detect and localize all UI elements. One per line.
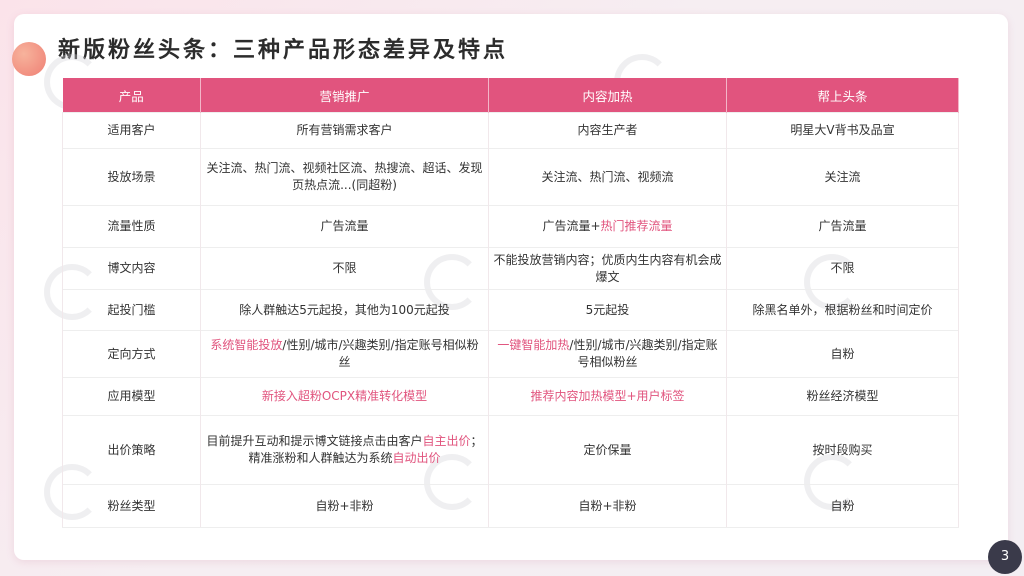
table-row: 投放场景 关注流、热门流、视频社区流、热搜流、超话、发现页热点流...(同超粉) 关… — [62, 148, 959, 206]
table-cell: 目前提升互动和提示博文链接点击由客户自主出价；精准涨粉和人群触达为系统自动出价 — [200, 415, 489, 485]
table-cell: 不限 — [726, 247, 959, 290]
cell-text: 目前提升互动和提示博文链接点击由客户 — [206, 434, 423, 448]
table-cell: 推荐内容加热模型+用户标签 — [488, 377, 727, 416]
table-row: 流量性质 广告流量 广告流量+热门推荐流量 广告流量 — [62, 205, 959, 248]
cell-text: 除人群触达5元起投，其他为100元起投 — [239, 302, 450, 317]
row-label: 应用模型 — [62, 377, 201, 416]
table-row: 博文内容 不限 不能投放营销内容；优质内生内容有机会成爆文 不限 — [62, 247, 959, 290]
decorative-dot — [12, 42, 46, 76]
cell-text: 不限 — [332, 261, 357, 275]
comparison-table: 产品 营销推广 内容加热 帮上头条 适用客户 所有营销需求客户 内容生产者 明星大V背… — [62, 78, 959, 528]
highlight-text: 一键智能加热 — [497, 338, 570, 352]
cell-text: 广告流量 — [320, 219, 369, 233]
table-cell: 自粉+非粉 — [488, 484, 727, 528]
table-cell: 内容生产者 — [488, 112, 727, 149]
cell-text: 所有营销需求客户 — [296, 123, 393, 137]
row-label: 博文内容 — [62, 247, 201, 290]
cell-text: 除黑名单外，根据粉丝和时间定价 — [752, 302, 933, 317]
cell-text: 自粉 — [830, 498, 855, 513]
table-cell: 所有营销需求客户 — [200, 112, 489, 149]
table-row: 粉丝类型 自粉+非粉 自粉+非粉 自粉 — [62, 484, 959, 528]
header-top-help: 帮上头条 — [726, 78, 959, 113]
row-label: 适用客户 — [62, 112, 201, 149]
cell-text: /性别/城市/兴趣类别/指定账号相似粉丝 — [282, 338, 479, 369]
highlight-text: 推荐内容加热模型+用户标签 — [530, 389, 685, 403]
header-content-boost: 内容加热 — [488, 78, 727, 113]
highlight-text: 自动出价 — [392, 451, 441, 465]
table-header-row: 产品 营销推广 内容加热 帮上头条 — [62, 78, 959, 113]
table-cell: 定价保量 — [488, 415, 727, 485]
table-cell: 关注流、热门流、视频流 — [488, 148, 727, 206]
table-row: 定向方式 系统智能投放/性别/城市/兴趣类别/指定账号相似粉丝 一键智能加热/性别/… — [62, 330, 959, 378]
header-product: 产品 — [62, 78, 201, 113]
slide-card: 新版粉丝头条：三种产品形态差异及特点 产品 营销推广 内容加热 帮上头条 适用客… — [12, 14, 1008, 560]
cell-text: 内容生产者 — [577, 123, 638, 137]
table-cell: 自粉 — [726, 330, 959, 378]
row-label: 投放场景 — [62, 148, 201, 206]
page-number-badge: 3 — [988, 540, 1022, 574]
table-cell: 广告流量 — [200, 205, 489, 248]
cell-text: 自粉 — [830, 346, 855, 361]
table-cell: 新接入超粉OCPX精准转化模型 — [200, 377, 489, 416]
cell-text: 粉丝经济模型 — [806, 389, 879, 403]
row-label: 起投门槛 — [62, 289, 201, 331]
header-marketing: 营销推广 — [200, 78, 489, 113]
cell-text: 自粉+非粉 — [315, 498, 374, 513]
table-cell: 自粉+非粉 — [200, 484, 489, 528]
table-cell: 不限 — [200, 247, 489, 290]
highlight-text: 新接入超粉OCPX精准转化模型 — [261, 389, 428, 403]
cell-text: 关注流 — [824, 169, 861, 184]
table-cell: 广告流量 — [726, 205, 959, 248]
cell-text: /性别/城市/兴趣类别/指定账号相似粉丝 — [569, 338, 718, 369]
table-cell: 按时段购买 — [726, 415, 959, 485]
table-cell: 5元起投 — [488, 289, 727, 331]
row-label: 定向方式 — [62, 330, 201, 378]
cell-text: 按时段购买 — [812, 442, 873, 457]
cell-text: 关注流、热门流、视频社区流、热搜流、超话、发现页热点流...(同超粉) — [206, 161, 483, 192]
table-cell: 关注流、热门流、视频社区流、热搜流、超话、发现页热点流...(同超粉) — [200, 148, 489, 206]
table-row: 适用客户 所有营销需求客户 内容生产者 明星大V背书及品宣 — [62, 112, 959, 149]
cell-text: 明星大V背书及品宣 — [790, 123, 895, 137]
table-cell: 关注流 — [726, 148, 959, 206]
cell-text: 广告流量 — [818, 219, 867, 233]
table-cell: 广告流量+热门推荐流量 — [488, 205, 727, 248]
cell-text: 5元起投 — [585, 302, 630, 317]
cell-text: 定价保量 — [583, 442, 632, 457]
table-cell: 除人群触达5元起投，其他为100元起投 — [200, 289, 489, 331]
highlight-text: 热门推荐流量 — [600, 219, 673, 233]
table-row: 起投门槛 除人群触达5元起投，其他为100元起投 5元起投 除黑名单外，根据粉丝和时间… — [62, 289, 959, 331]
page-title: 新版粉丝头条：三种产品形态差异及特点 — [58, 38, 509, 63]
table-cell: 系统智能投放/性别/城市/兴趣类别/指定账号相似粉丝 — [200, 330, 489, 378]
cell-text: 关注流、热门流、视频流 — [541, 169, 674, 184]
row-label: 粉丝类型 — [62, 484, 201, 528]
highlight-text: 自主出价 — [422, 434, 471, 448]
cell-text: 自粉+非粉 — [578, 498, 637, 513]
table-cell: 一键智能加热/性别/城市/兴趣类别/指定账号相似粉丝 — [488, 330, 727, 378]
table-row: 出价策略 目前提升互动和提示博文链接点击由客户自主出价；精准涨粉和人群触达为系统自… — [62, 415, 959, 485]
table-row: 应用模型 新接入超粉OCPX精准转化模型 推荐内容加热模型+用户标签 粉丝经济模型 — [62, 377, 959, 416]
row-label: 流量性质 — [62, 205, 201, 248]
table-cell: 除黑名单外，根据粉丝和时间定价 — [726, 289, 959, 331]
table-cell: 不能投放营销内容；优质内生内容有机会成爆文 — [488, 247, 727, 290]
table-cell: 自粉 — [726, 484, 959, 528]
cell-text: 不能投放营销内容；优质内生内容有机会成爆文 — [493, 252, 722, 284]
cell-text: 广告流量+ — [542, 219, 601, 233]
cell-text: 不限 — [830, 261, 855, 275]
highlight-text: 系统智能投放 — [210, 338, 283, 352]
row-label: 出价策略 — [62, 415, 201, 485]
table-cell: 明星大V背书及品宣 — [726, 112, 959, 149]
table-cell: 粉丝经济模型 — [726, 377, 959, 416]
